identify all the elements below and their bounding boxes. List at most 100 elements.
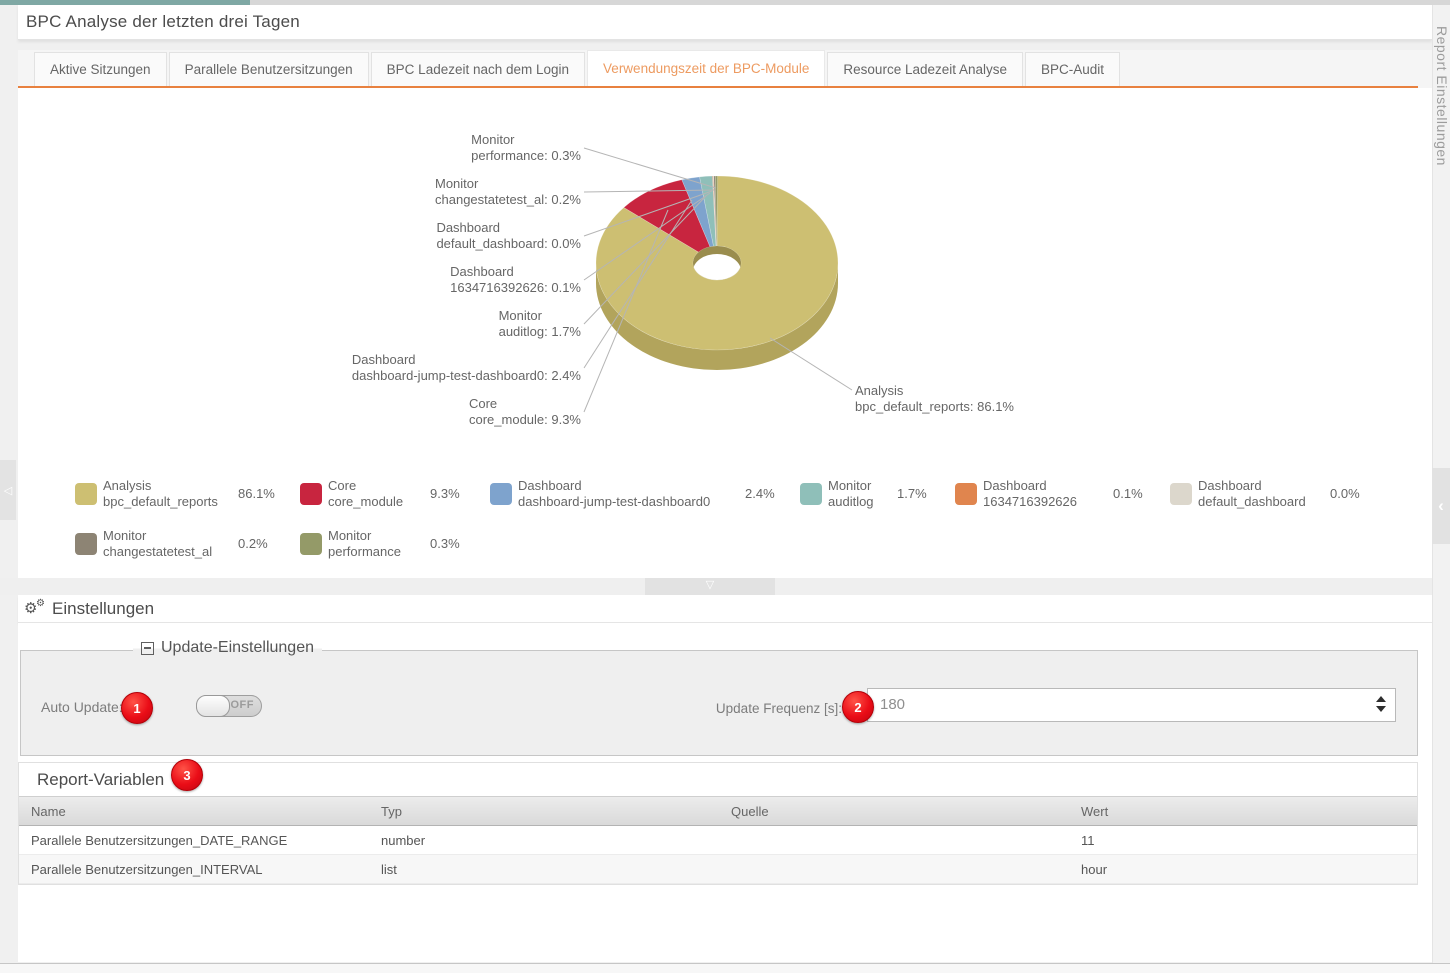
legend-item[interactable]: Monitorperformance 0.3% [300, 528, 490, 562]
legend-item[interactable]: Analysisbpc_default_reports86.1% [75, 478, 298, 512]
report-variables-title-row: Report-Variablen 3 [19, 763, 1417, 796]
legend-label: Corecore_module [328, 478, 403, 510]
panel-collapse-right-icon: ‹ [1438, 496, 1444, 516]
settings-title: Einstellungen [52, 599, 154, 619]
update-frequency-input[interactable] [868, 689, 1340, 719]
pie-label: Analysisbpc_default_reports: 86.1% [855, 383, 1014, 415]
column-header[interactable]: Wert [1069, 797, 1417, 826]
table-cell: number [369, 826, 719, 855]
column-header[interactable]: Typ [369, 797, 719, 826]
update-frequency-spinbox [867, 688, 1396, 722]
settings-header-bar: ⚙ ⚙ Einstellungen [18, 595, 1432, 623]
hint-badge-2: 2 [842, 691, 874, 723]
right-side-strip: Report Einstellungen ‹ [1432, 0, 1450, 973]
auto-update-toggle[interactable]: OFF [196, 695, 262, 717]
spinner-up-icon[interactable] [1376, 696, 1386, 702]
column-header[interactable]: Quelle [719, 797, 1069, 826]
pie-label: Monitorperformance: 0.3% [471, 132, 581, 164]
legend-item[interactable]: Monitorauditlog 1.7% [800, 478, 957, 512]
spinner-down-icon[interactable] [1376, 706, 1386, 712]
tab-6[interactable]: BPC-Audit [1025, 52, 1120, 86]
legend-swatch [955, 483, 977, 505]
splitter-collapse-icon: ▽ [706, 579, 714, 591]
toggle-state-label: OFF [231, 699, 255, 711]
gears-icon: ⚙ ⚙ [24, 599, 50, 619]
table-row[interactable]: Parallele Benutzersitzungen_DATE_RANGEnu… [19, 826, 1417, 855]
legend-percentage: 0.0% [1330, 486, 1360, 501]
legend-percentage: 1.7% [897, 486, 927, 501]
legend-percentage: 9.3% [430, 486, 460, 501]
panel-collapse-left-icon: ◁ [4, 484, 12, 497]
legend-swatch [300, 483, 322, 505]
settings-panel: Update-Einstellungen Auto Update: 1 OFF … [18, 623, 1432, 962]
column-header[interactable]: Name [19, 797, 369, 826]
update-frequency-label: Update Frequenz [s]: [716, 701, 842, 716]
legend-label: Dashboarddefault_dashboard [1198, 478, 1306, 510]
spinner-buttons [1376, 696, 1386, 712]
pie-label: Dashboard1634716392626: 0.1% [450, 264, 581, 296]
top-progress-track [0, 0, 1450, 5]
tab-4[interactable]: Verwendungszeit der BPC-Module [587, 50, 825, 86]
legend-swatch [300, 533, 322, 555]
report-variables-table: NameTypQuelleWert Parallele Benutzersitz… [19, 796, 1417, 884]
legend-percentage: 0.1% [1113, 486, 1143, 501]
report-variables-title: Report-Variablen [19, 770, 164, 789]
table-header-row: NameTypQuelleWert [19, 797, 1417, 826]
legend-label: Dashboarddashboard-jump-test-dashboard0 [518, 478, 710, 510]
legend-swatch [75, 533, 97, 555]
top-progress-fill [0, 0, 250, 5]
legend-label: Monitorperformance [328, 528, 401, 560]
report-variables-section: Report-Variablen 3 NameTypQuelleWert Par… [18, 762, 1418, 885]
legend-swatch [800, 483, 822, 505]
legend-item[interactable]: Monitorchangestatetest_al 0.2% [75, 528, 298, 562]
table-cell: Parallele Benutzersitzungen_DATE_RANGE [19, 826, 369, 855]
report-settings-vertical-label: Report Einstellungen [1434, 26, 1450, 166]
table-row[interactable]: Parallele Benutzersitzungen_INTERVALlist… [19, 855, 1417, 884]
table-cell: Parallele Benutzersitzungen_INTERVAL [19, 855, 369, 884]
horizontal-splitter[interactable]: ▽ [0, 578, 1432, 595]
right-panel-toggle[interactable]: ‹ [1432, 468, 1450, 544]
legend-label: Monitorauditlog [828, 478, 874, 510]
legend-percentage: 0.2% [238, 536, 268, 551]
table-cell [719, 855, 1069, 884]
legend-swatch [75, 483, 97, 505]
chart-panel: Analysisbpc_default_reports: 86.1% Coreco… [18, 88, 1432, 578]
collapse-minus-icon[interactable] [141, 642, 154, 655]
legend-item[interactable]: Dashboarddefault_dashboard 0.0% [1170, 478, 1390, 512]
legend-item[interactable]: Dashboard1634716392626 0.1% [955, 478, 1173, 512]
legend-label: Monitorchangestatetest_al [103, 528, 212, 560]
toggle-knob[interactable] [196, 695, 230, 717]
legend-percentage: 0.3% [430, 536, 460, 551]
auto-update-label: Auto Update: [41, 699, 123, 715]
table-cell [719, 826, 1069, 855]
tab-2[interactable]: Parallele Benutzersitzungen [169, 52, 369, 86]
tab-strip: Aktive SitzungenParallele Benutzersitzun… [34, 52, 1122, 86]
hint-badge-1: 1 [121, 692, 153, 724]
legend-label: Dashboard1634716392626 [983, 478, 1077, 510]
legend-percentage: 2.4% [745, 486, 775, 501]
tab-1[interactable]: Aktive Sitzungen [34, 52, 167, 86]
update-settings-fieldset: Update-Einstellungen Auto Update: 1 OFF … [20, 650, 1418, 756]
update-settings-title: Update-Einstellungen [161, 639, 314, 657]
pie-label: Dashboarddefault_dashboard: 0.0% [436, 220, 581, 252]
pie-label: Dashboarddashboard-jump-test-dashboard0:… [352, 352, 581, 384]
bottom-margin [0, 964, 1450, 973]
pie-label: Monitorauditlog: 1.7% [499, 308, 581, 340]
legend-item[interactable]: Dashboarddashboard-jump-test-dashboard0 2… [490, 478, 805, 512]
splitter-handle[interactable]: ▽ [645, 578, 775, 595]
update-settings-legend[interactable]: Update-Einstellungen [133, 639, 322, 657]
hint-badge-3: 3 [171, 759, 203, 791]
pie-label: Corecore_module: 9.3% [469, 396, 581, 428]
legend-swatch [490, 483, 512, 505]
legend-swatch [1170, 483, 1192, 505]
table-cell: 11 [1069, 826, 1417, 855]
tabs-bar: Aktive SitzungenParallele Benutzersitzun… [18, 50, 1432, 88]
legend-item[interactable]: Corecore_module 9.3% [300, 478, 490, 512]
pie-connector-line [770, 338, 852, 390]
legend-label: Analysisbpc_default_reports [103, 478, 218, 510]
left-panel-toggle[interactable]: ◁ [0, 460, 16, 520]
tab-3[interactable]: BPC Ladezeit nach dem Login [371, 52, 585, 86]
table-cell: hour [1069, 855, 1417, 884]
tab-5[interactable]: Resource Ladezeit Analyse [827, 52, 1023, 86]
page-title: BPC Analyse der letzten drei Tagen [26, 12, 300, 32]
